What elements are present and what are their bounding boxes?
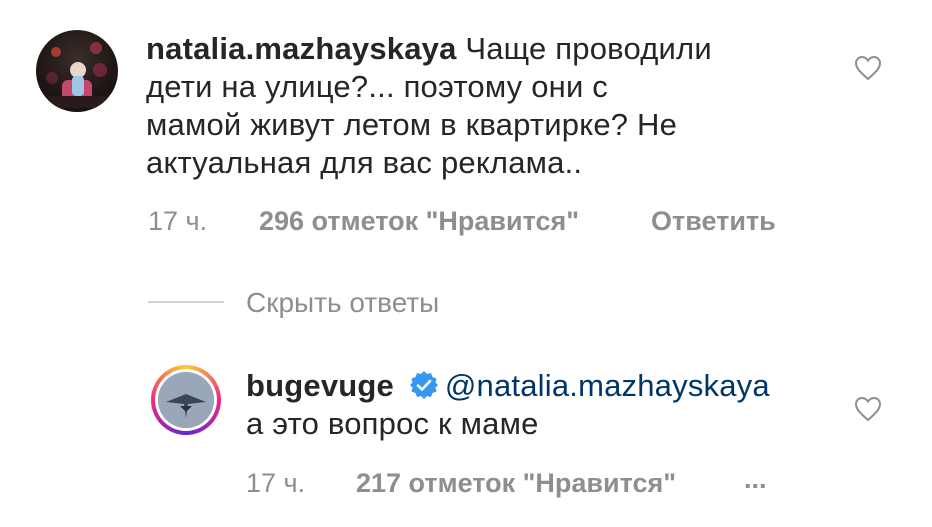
comment-text-line2: дети на улице?... поэтому они с [146, 69, 608, 104]
reply-username[interactable]: bugevuge [246, 368, 394, 403]
reply-like-button[interactable] [854, 396, 882, 422]
reply-time: 17 ч. [246, 468, 306, 498]
comment-time: 17 ч. [148, 206, 208, 236]
heart-outline-icon [854, 55, 882, 81]
reply-likes-count[interactable]: 217 отметок "Нравится" [356, 468, 676, 498]
reply-body: bugevuge @natalia.mazhayskaya а это вопр… [246, 367, 866, 443]
comment-username[interactable]: natalia.mazhayskaya [146, 31, 457, 66]
comment-reply-button[interactable]: Ответить [651, 206, 776, 236]
reply-more-options[interactable]: ... [744, 464, 767, 494]
avatar-photo-jet [158, 372, 214, 428]
reply-text: а это вопрос к маме [246, 406, 539, 441]
comment-text-line4: актуальная для вас реклама.. [146, 145, 583, 180]
reply-mention-link[interactable]: @natalia.mazhayskaya [445, 368, 770, 403]
comment-body: natalia.mazhayskaya Чаще проводили дети … [146, 30, 846, 182]
reply-avatar[interactable] [158, 372, 214, 428]
comment-likes-count[interactable]: 296 отметок "Нравится" [259, 206, 579, 236]
heart-outline-icon [854, 396, 882, 422]
comment-text-line3: мамой живут летом в квартирке? Не [146, 107, 678, 142]
verified-badge-icon [409, 371, 438, 399]
comment-like-button[interactable] [854, 55, 882, 81]
commenter-avatar[interactable] [36, 30, 118, 112]
comment-text-line1: Чаще проводили [465, 31, 712, 66]
replies-divider [148, 301, 224, 303]
hide-replies-button[interactable]: Скрыть ответы [246, 287, 439, 319]
avatar-photo [46, 42, 108, 108]
